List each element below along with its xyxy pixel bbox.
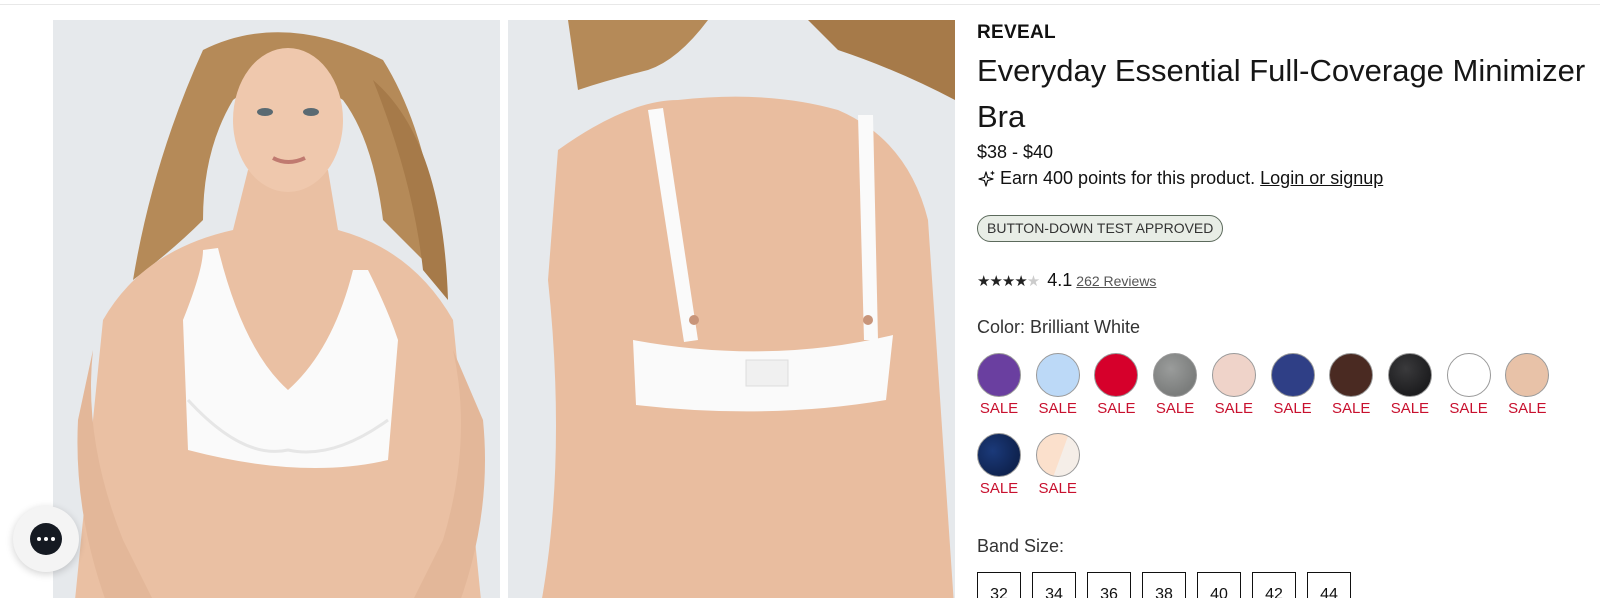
band-size-option-36[interactable]: 36 <box>1087 572 1131 598</box>
sparkle-icon <box>978 170 995 187</box>
swatch-circle <box>977 353 1021 397</box>
chat-icon <box>30 523 62 555</box>
swatch-circle <box>1035 433 1080 477</box>
sale-label: SALE <box>1214 400 1253 417</box>
band-size-option-44[interactable]: 44 <box>1307 572 1351 598</box>
color-swatch-black[interactable]: SALE <box>1381 353 1439 417</box>
color-label: Color: Brilliant White <box>977 317 1141 337</box>
test-approved-badge: BUTTON-DOWN TEST APPROVED <box>977 215 1224 242</box>
sale-label: SALE <box>979 480 1019 497</box>
product-photo-back <box>508 20 955 598</box>
swatch-circle <box>1211 353 1256 397</box>
product-image-front[interactable] <box>53 20 500 598</box>
swatch-circle <box>1505 353 1550 397</box>
color-swatch-nude[interactable]: SALE <box>1498 353 1556 417</box>
color-swatch-navy[interactable]: SALE <box>1264 353 1322 417</box>
swatch-circle <box>1270 353 1315 397</box>
reviews-link[interactable]: 262 Reviews <box>1076 273 1156 289</box>
points-text: Earn 400 points for this product. <box>1000 168 1256 188</box>
sale-label: SALE <box>979 400 1019 417</box>
brand-name[interactable]: REVEAL <box>977 22 1056 44</box>
color-swatch-red[interactable]: SALE <box>1087 353 1145 417</box>
product-title: Everyday Essential Full-Coverage Minimiz… <box>977 53 1586 134</box>
color-swatch-navy-lace[interactable]: SALE <box>970 433 1028 497</box>
color-swatch-white[interactable]: SALE <box>1440 353 1498 417</box>
band-size-option-40[interactable]: 40 <box>1197 572 1241 598</box>
sale-label: SALE <box>1038 400 1077 417</box>
sale-label: SALE <box>1155 400 1195 417</box>
star-rating-icon: ★★★★★ <box>977 273 1040 290</box>
sale-label: SALE <box>1508 400 1547 417</box>
rewards-points-line: Earn 400 points for this product. Login … <box>977 168 1383 189</box>
sale-label: SALE <box>1449 400 1488 417</box>
swatch-circle <box>1035 353 1080 397</box>
product-image-back[interactable] <box>508 20 955 598</box>
band-size-option-42[interactable]: 42 <box>1252 572 1296 598</box>
color-swatch-gray[interactable]: SALE <box>1146 353 1204 417</box>
swatch-circle <box>1153 353 1198 397</box>
color-swatch-brown[interactable]: SALE <box>1322 353 1380 417</box>
swatch-circle <box>1094 353 1139 397</box>
rating-value: 4.1 <box>1047 270 1073 290</box>
band-size-option-32[interactable]: 32 <box>977 572 1021 598</box>
swatch-circle <box>977 433 1021 477</box>
band-size-label: Band Size: <box>977 536 1065 556</box>
sale-label: SALE <box>1390 400 1430 417</box>
swatch-circle <box>1329 353 1374 397</box>
sale-label: SALE <box>1273 400 1312 417</box>
swatch-circle <box>1387 353 1432 397</box>
rating-summary[interactable]: ★★★★★ 4.1 262 Reviews <box>977 270 1156 291</box>
sale-label: SALE <box>1097 400 1136 417</box>
color-swatch-peach-lace[interactable]: SALE <box>1029 433 1087 497</box>
swatch-circle <box>1446 353 1491 397</box>
login-signup-link[interactable]: Login or signup <box>1260 168 1383 189</box>
color-swatch-purple[interactable]: SALE <box>970 353 1028 417</box>
color-swatch-light-blue[interactable]: SALE <box>1029 353 1087 417</box>
color-swatch-blush[interactable]: SALE <box>1205 353 1263 417</box>
band-size-option-38[interactable]: 38 <box>1142 572 1186 598</box>
band-size-list: 32 34 36 38 40 42 44 <box>977 572 1351 598</box>
sale-label: SALE <box>1038 480 1077 497</box>
sale-label: SALE <box>1332 400 1371 417</box>
price-range: $38 - $40 <box>977 142 1054 162</box>
chat-launcher-button[interactable] <box>13 506 79 572</box>
product-info-panel: REVEAL Everyday Essential Full-Coverage … <box>977 0 1600 598</box>
band-size-option-34[interactable]: 34 <box>1032 572 1076 598</box>
product-photo-front <box>53 20 500 598</box>
